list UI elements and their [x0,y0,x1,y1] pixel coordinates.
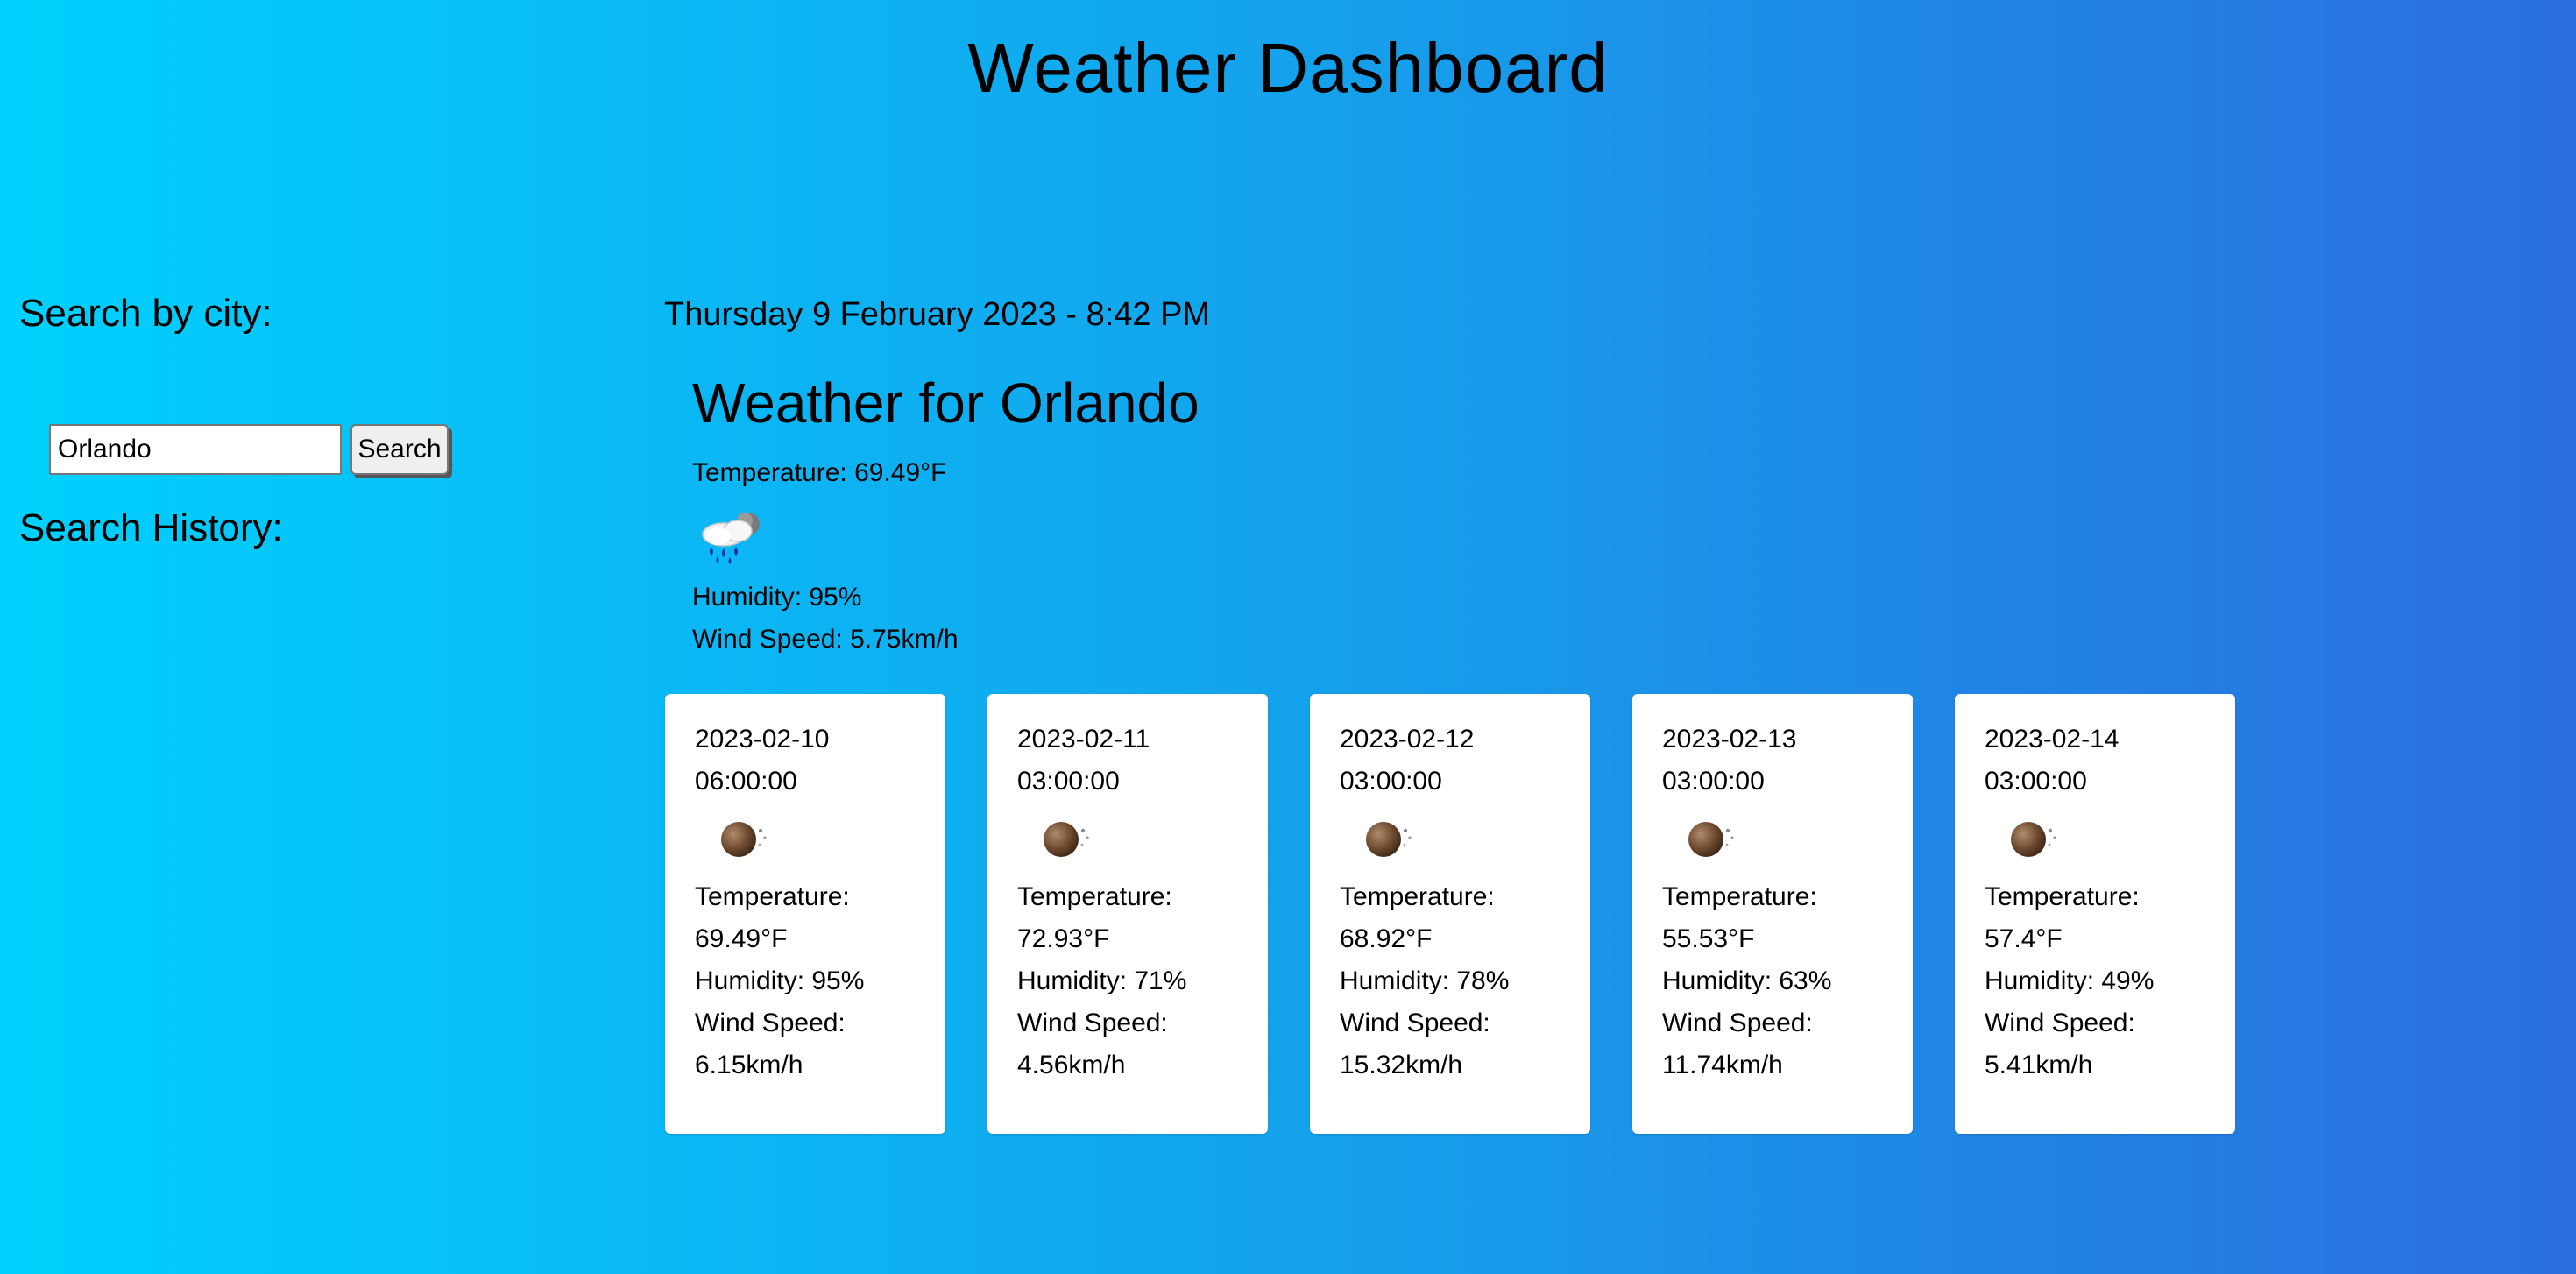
search-by-city-heading: Search by city: [19,292,272,335]
current-humidity: Humidity: 95% [692,583,862,612]
forecast-wind-label: Wind Speed: [1017,1009,1168,1037]
forecast-date: 2023-02-11 [1017,725,1150,754]
current-wind-speed: Wind Speed: 5.75km/h [692,625,959,654]
forecast-card: 2023-02-12 03:00:00 Temperature: 68.92°F… [1310,694,1590,1134]
forecast-wind-label: Wind Speed: [1985,1009,2135,1037]
forecast-wind-value: 5.41km/h [1985,1051,2093,1079]
forecast-temp-label: Temperature: [1985,882,2140,911]
rain-cloud-icon [702,513,760,564]
current-weather-panel: Weather for Orlando Temperature: 69.49°F… [692,368,1744,661]
forecast-temp-value: 69.49°F [695,924,788,953]
moon-icon [1366,822,1412,857]
forecast-humidity: Humidity: 71% [1017,966,1187,995]
forecast-temp-value: 68.92°F [1340,924,1433,953]
forecast-wind-value: 15.32km/h [1340,1051,1463,1079]
forecast-card: 2023-02-10 06:00:00 Temperature: 69.49°F… [665,694,945,1134]
forecast-temp-label: Temperature: [695,882,850,911]
search-history-heading: Search History: [19,506,283,549]
forecast-humidity: Humidity: 49% [1985,966,2155,995]
forecast-temp-label: Temperature: [1340,882,1495,911]
forecast-humidity: Humidity: 63% [1662,966,1832,995]
forecast-wind-value: 4.56km/h [1017,1051,1126,1079]
forecast-temp-value: 57.4°F [1985,924,2063,953]
forecast-temp-value: 55.53°F [1662,924,1755,953]
forecast-time: 03:00:00 [1985,767,2087,796]
forecast-card: 2023-02-11 03:00:00 Temperature: 72.93°F… [987,694,1268,1134]
city-search-input[interactable] [49,424,342,475]
forecast-date: 2023-02-13 [1662,725,1797,754]
forecast-wind-label: Wind Speed: [695,1009,846,1037]
forecast-date: 2023-02-14 [1985,725,2120,754]
moon-icon [1044,822,1089,857]
forecast-card: 2023-02-14 03:00:00 Temperature: 57.4°F … [1955,694,2235,1134]
forecast-time: 03:00:00 [1017,767,1120,796]
search-button[interactable]: Search [350,424,449,475]
moon-icon [721,822,767,857]
forecast-card: 2023-02-13 03:00:00 Temperature: 55.53°F… [1632,694,1913,1134]
forecast-time: 03:00:00 [1340,767,1442,796]
forecast-time: 06:00:00 [695,767,797,796]
page-title: Weather Dashboard [967,29,1609,107]
moon-icon [2011,822,2056,857]
forecast-date: 2023-02-10 [695,725,830,754]
current-city-title: Weather for Orlando [692,372,1200,435]
forecast-temp-value: 72.93°F [1017,924,1110,953]
forecast-humidity: Humidity: 95% [695,966,865,995]
forecast-temp-label: Temperature: [1017,882,1172,911]
forecast-wind-label: Wind Speed: [1340,1009,1490,1037]
forecast-date: 2023-02-12 [1340,725,1475,754]
current-temperature: Temperature: 69.49°F [692,458,947,487]
forecast-wind-value: 6.15km/h [695,1051,803,1079]
current-datetime: Thursday 9 February 2023 - 8:42 PM [664,296,1211,333]
forecast-time: 03:00:00 [1662,767,1765,796]
forecast-wind-label: Wind Speed: [1662,1009,1813,1037]
moon-icon [1688,822,1734,857]
forecast-row: 2023-02-10 06:00:00 Temperature: 69.49°F… [665,694,2235,1134]
forecast-wind-value: 11.74km/h [1662,1051,1783,1079]
forecast-temp-label: Temperature: [1662,882,1817,911]
forecast-humidity: Humidity: 78% [1340,966,1510,995]
